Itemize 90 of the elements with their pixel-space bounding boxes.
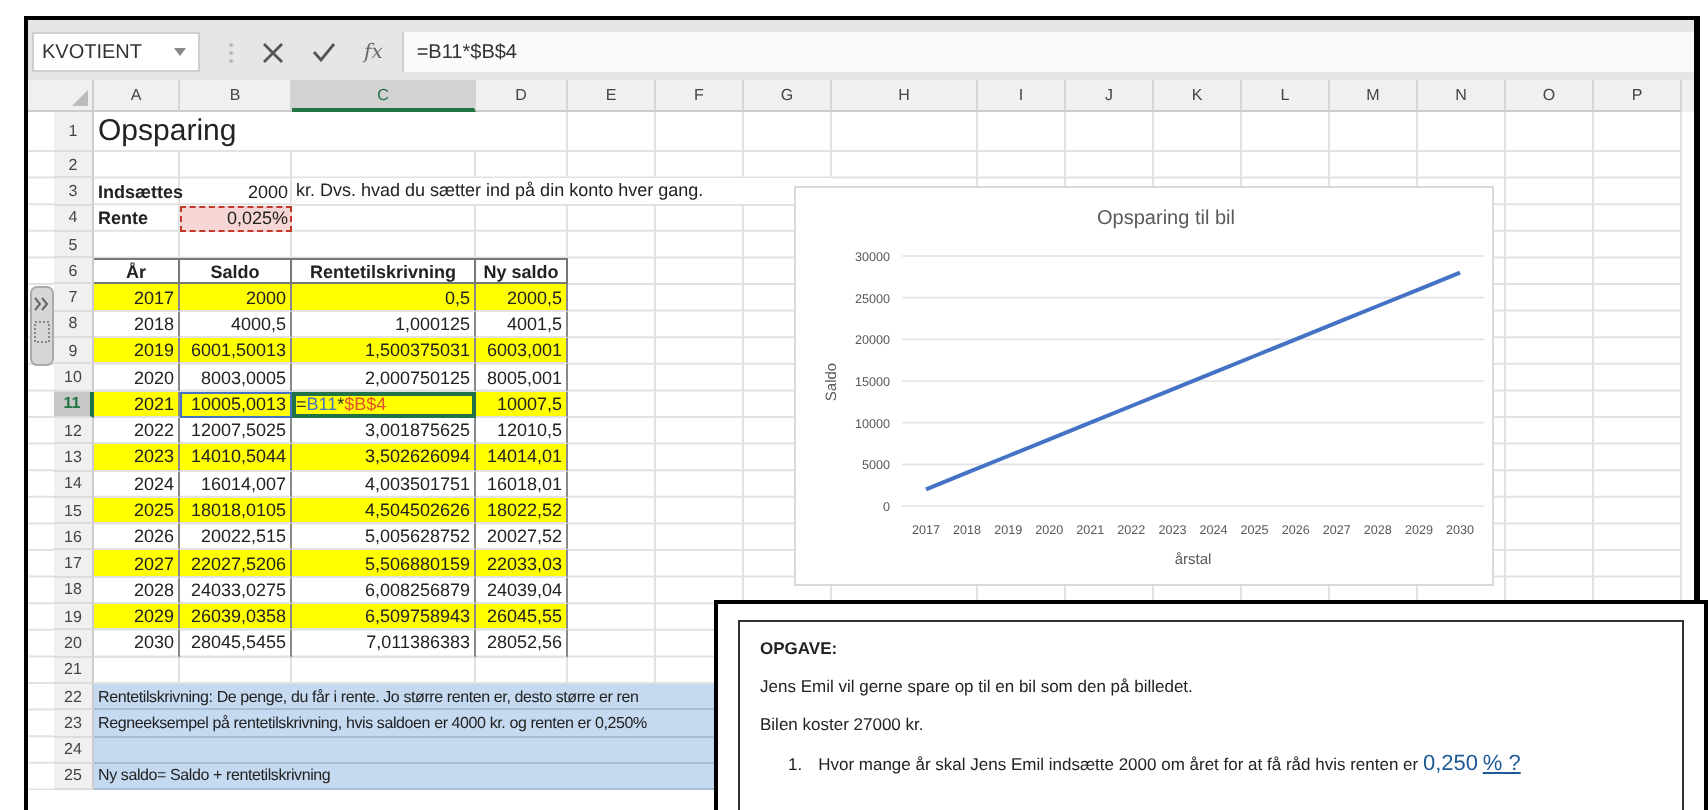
row-header[interactable]: 19 xyxy=(54,604,94,631)
table-cell: 18018,0105 xyxy=(180,497,292,525)
row-header[interactable]: 4 xyxy=(54,205,94,232)
row-header[interactable]: 12 xyxy=(54,417,94,445)
row-header[interactable]: 5 xyxy=(54,231,94,259)
row-header[interactable]: 18 xyxy=(54,577,94,605)
column-header[interactable]: P xyxy=(1594,80,1682,112)
table-cell: 2023 xyxy=(94,444,180,472)
outline-handle-icon[interactable] xyxy=(30,286,54,366)
row-header[interactable]: 6 xyxy=(54,258,94,285)
cell-label: Indsættes xyxy=(96,179,180,206)
table-cell: 2000,5 xyxy=(476,284,568,312)
table-cell: 5,506880159 xyxy=(292,550,476,578)
row-header[interactable]: 10 xyxy=(54,364,94,392)
table-cell: 0,5 xyxy=(292,284,476,312)
formula-cell[interactable]: =B11*$B$4 xyxy=(292,391,476,418)
column-header[interactable]: F xyxy=(656,80,744,112)
table-cell: 2000 xyxy=(180,284,292,312)
table-cell: 18022,52 xyxy=(476,497,568,525)
cancel-icon[interactable] xyxy=(262,41,284,63)
table-cell: 1,500375031 xyxy=(292,338,476,365)
table-cell: 2030 xyxy=(94,630,180,658)
row-header[interactable]: 20 xyxy=(54,630,94,658)
table-cell: 2025 xyxy=(94,497,180,525)
column-header[interactable]: N xyxy=(1418,80,1506,112)
table-cell: 0,025% xyxy=(180,205,292,232)
table-cell: 3,502626094 xyxy=(292,444,476,472)
table-cell: 10005,0013 xyxy=(180,391,292,418)
row-header[interactable]: 2 xyxy=(54,152,94,179)
table-cell: 26039,0358 xyxy=(180,604,292,631)
column-header[interactable]: H xyxy=(832,80,978,112)
row-header[interactable]: 9 xyxy=(54,338,94,365)
table-cell: 22027,5206 xyxy=(180,550,292,578)
table-cell: 6,509758943 xyxy=(292,604,476,631)
table-cell: 6003,001 xyxy=(476,338,568,365)
table-cell: 2029 xyxy=(94,604,180,631)
column-heading: Ny saldo xyxy=(476,258,568,285)
table-cell: 4,504502626 xyxy=(292,497,476,525)
row-header[interactable]: 24 xyxy=(54,737,94,764)
column-header[interactable]: J xyxy=(1066,80,1154,112)
column-heading: Saldo xyxy=(180,258,292,285)
column-header[interactable]: C xyxy=(292,80,476,112)
insert-function-button[interactable]: fx xyxy=(364,41,383,63)
name-box[interactable]: KVOTIENT xyxy=(32,32,200,72)
task-heading: OPGAVE: xyxy=(760,638,840,658)
row-header[interactable]: 7 xyxy=(54,284,94,312)
table-cell-text: 2000 xyxy=(245,179,290,206)
table-cell: 6001,50013 xyxy=(180,338,292,365)
column-heading: År xyxy=(94,258,180,285)
column-header[interactable]: L xyxy=(1242,80,1330,112)
table-cell: 28052,56 xyxy=(476,630,568,658)
row-header[interactable]: 22 xyxy=(54,683,94,711)
formula-field[interactable]: =B11*$B$4 xyxy=(402,32,1694,72)
column-header[interactable]: M xyxy=(1330,80,1418,112)
grip-icon xyxy=(228,41,234,63)
caret-icon xyxy=(174,48,186,56)
column-header[interactable]: E xyxy=(568,80,656,112)
table-cell: 28045,5455 xyxy=(180,630,292,658)
chart-title: Opsparing til bil xyxy=(1097,208,1235,230)
column-header[interactable]: I xyxy=(978,80,1066,112)
cell-label: Rente xyxy=(96,206,151,232)
sheet-title: Opsparing xyxy=(94,112,476,152)
table-cell: 26045,55 xyxy=(476,604,568,631)
row-header[interactable]: 15 xyxy=(54,497,94,525)
row-header[interactable]: 16 xyxy=(54,524,94,551)
row-header[interactable]: 13 xyxy=(54,444,94,472)
table-cell: 10007,5 xyxy=(476,391,568,418)
table-cell: 14014,01 xyxy=(476,444,568,472)
row-header[interactable]: 1 xyxy=(54,112,94,152)
table-cell: 2019 xyxy=(94,338,180,365)
row-header[interactable]: 17 xyxy=(54,550,94,578)
row-header[interactable]: 8 xyxy=(54,311,94,339)
table-cell: 7,011386383 xyxy=(292,630,476,658)
table-cell: 2017 xyxy=(94,284,180,312)
row-header[interactable]: 25 xyxy=(54,763,94,791)
row-header[interactable]: 21 xyxy=(54,657,94,684)
table-cell: 2027 xyxy=(94,550,180,578)
column-header[interactable]: D xyxy=(476,80,568,112)
column-header[interactable]: K xyxy=(1154,80,1242,112)
column-header[interactable]: G xyxy=(744,80,832,112)
cell-note: kr. Dvs. hvad du sætter ind på din konto hver gang. xyxy=(292,178,832,206)
row-header[interactable]: 3 xyxy=(54,178,94,206)
table-cell: 14010,5044 xyxy=(180,444,292,472)
row-header[interactable]: 23 xyxy=(54,710,94,738)
column-heading: Rentetilskrivning xyxy=(292,258,476,285)
enter-icon[interactable] xyxy=(312,42,336,62)
table-cell: 22033,03 xyxy=(476,550,568,578)
table-cell: 2021 xyxy=(94,391,180,418)
column-header[interactable]: O xyxy=(1506,80,1594,112)
row-header[interactable]: 14 xyxy=(54,471,94,498)
